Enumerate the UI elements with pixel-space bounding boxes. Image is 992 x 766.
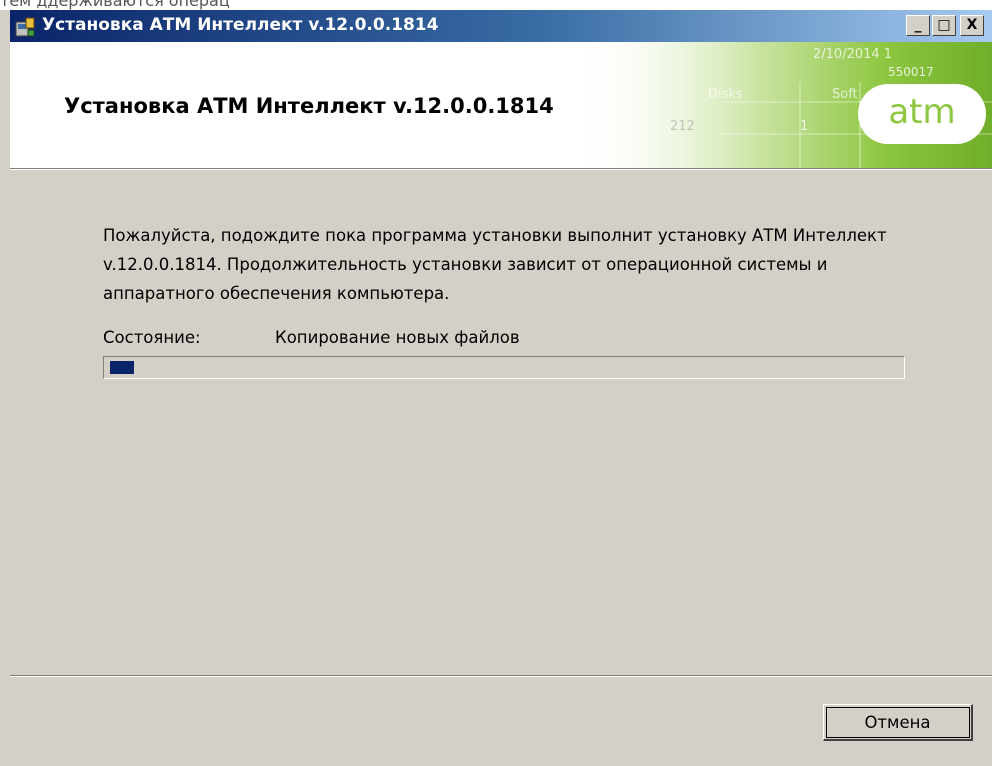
background-window-strip: тем ддерживаются операц (0, 0, 992, 10)
window-title: Установка АТМ Интеллект v.12.0.0.1814 (42, 15, 439, 35)
maximize-button[interactable]: □ (932, 15, 956, 36)
header-title: Установка АТМ Интеллект v.12.0.0.1814 (64, 94, 554, 118)
install-description: Пожалуйста, подождите пока программа уст… (103, 226, 887, 303)
status-label: Состояние: (103, 328, 201, 347)
installer-icon (15, 17, 35, 37)
progress-fill (110, 361, 134, 374)
background-window-text: тем ддерживаются операц (0, 0, 230, 10)
installer-window: Установка АТМ Интеллект v.12.0.0.1814 _ … (10, 10, 992, 766)
banner-cell-b: 1 (800, 119, 808, 134)
banner-disks-text: Disks (708, 87, 743, 102)
atm-logo: atm (858, 84, 986, 144)
footer-divider (10, 675, 992, 677)
header-divider (10, 168, 992, 170)
cancel-button[interactable]: Отмена (823, 704, 973, 741)
banner-date-text: 2/10/2014 1 (813, 47, 892, 62)
banner-cell-a: 212 (670, 119, 695, 134)
progress-bar (103, 356, 905, 379)
title-bar[interactable]: Установка АТМ Интеллект v.12.0.0.1814 _ … (10, 10, 992, 42)
banner-soft-text: Soft (832, 87, 858, 102)
header-banner: 2/10/2014 1 550017 Disks Soft 212 1 Уста… (10, 42, 992, 168)
banner-code-text: 550017 (888, 65, 934, 79)
status-value: Копирование новых файлов (275, 328, 520, 347)
close-button[interactable]: X (960, 15, 984, 36)
minimize-button[interactable]: _ (906, 15, 930, 36)
